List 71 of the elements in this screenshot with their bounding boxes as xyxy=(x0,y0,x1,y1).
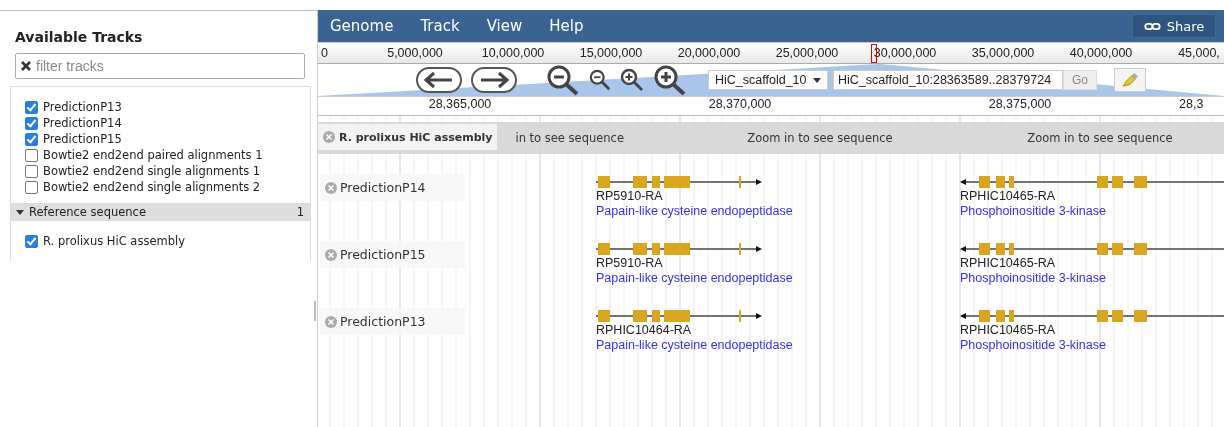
category-header[interactable]: Reference sequence 1 xyxy=(11,203,310,221)
checkbox[interactable] xyxy=(25,164,38,178)
scale-label: 20,000,000 xyxy=(677,46,741,60)
track-label[interactable]: Bowtie2 end2end paired alignments 1 xyxy=(43,148,263,162)
checkbox[interactable] xyxy=(25,100,38,114)
caret-icon[interactable] xyxy=(16,208,24,216)
zoom-out-icon[interactable] xyxy=(589,69,611,91)
gene-description: Papain-like cysteine endopeptidase xyxy=(596,271,793,286)
scale-label: 35,000,000 xyxy=(971,46,1035,60)
gene-description: Papain-like cysteine endopeptidase xyxy=(596,204,793,219)
scale-label: 28,375,000 xyxy=(987,97,1053,113)
track-label[interactable]: PredictionP14 xyxy=(43,116,122,130)
filter-field[interactable]: filter tracks xyxy=(15,53,305,79)
zoom-in-icon[interactable] xyxy=(620,68,644,92)
track-label[interactable]: Bowtie2 end2end single alignments 2 xyxy=(43,180,261,194)
menu-item[interactable]: View xyxy=(486,17,523,35)
track-label[interactable]: PredictionP13 xyxy=(320,308,465,335)
scale-label: 28,370,000 xyxy=(707,97,773,113)
checkbox[interactable] xyxy=(25,234,38,248)
checkbox[interactable] xyxy=(25,116,38,130)
gene-name: RPHIC10465-RA xyxy=(960,189,1057,204)
sequence-message: Zoom in to see sequence xyxy=(1027,131,1173,145)
track-label[interactable]: R. prolixus HiC assembly xyxy=(43,234,185,248)
scale-label: 28,365,000 xyxy=(427,97,493,113)
gene-drawing[interactable] xyxy=(960,242,1224,256)
category-count: 1 xyxy=(296,205,304,219)
scale-label: 0 xyxy=(321,46,328,60)
zoom-in-icon[interactable] xyxy=(653,64,687,96)
splitter-handle[interactable] xyxy=(314,301,316,321)
gene-name: RPHIC10465-RA xyxy=(960,256,1057,271)
track-label[interactable]: PredictionP14 xyxy=(320,174,465,201)
gene-name: RP5910-RA xyxy=(596,256,664,271)
scale-label: 10,000,000 xyxy=(481,46,545,60)
checkbox[interactable] xyxy=(25,180,38,194)
scale-label: 28,3 xyxy=(1178,97,1205,113)
scale-label: 5,000,000 xyxy=(387,46,443,60)
scale-label: 15,000,000 xyxy=(579,46,643,60)
track-label[interactable]: PredictionP15 xyxy=(43,132,122,146)
track-label[interactable]: PredictionP13 xyxy=(43,100,122,114)
clear-icon[interactable] xyxy=(20,60,32,72)
gene-name: RP5910-RA xyxy=(596,189,664,204)
link-icon xyxy=(1143,21,1161,31)
scale-label: 25,000,000 xyxy=(775,46,839,60)
location-field[interactable]: HiC_scaffold_10:28363589..28379724 xyxy=(833,70,1063,90)
scale-label: 45,000, xyxy=(1178,46,1220,60)
category-title: Reference sequence xyxy=(29,205,147,219)
gene-drawing[interactable] xyxy=(960,309,1224,323)
gene-description: Phosphoinositide 3-kinase xyxy=(960,204,1107,219)
sequence-message: Zoom in to see sequence xyxy=(747,131,893,145)
gene-description: Papain-like cysteine endopeptidase xyxy=(596,338,793,353)
sequence-message: in to see sequence xyxy=(515,131,624,145)
track-label[interactable]: R. prolixus HiC assembly xyxy=(318,124,497,150)
gene-description: Phosphoinositide 3-kinase xyxy=(960,338,1107,353)
menu-item[interactable]: Track xyxy=(420,17,460,35)
caret-icon xyxy=(813,77,821,83)
gene-drawing[interactable] xyxy=(960,175,1224,189)
reference-dropdown[interactable]: HiC_scaffold_10 xyxy=(708,70,828,90)
gene-name: RPHIC10465-RA xyxy=(960,323,1057,338)
gene-name: RPHIC10464-RA xyxy=(596,323,693,338)
panel-title: Available Tracks xyxy=(14,29,144,45)
menu-item[interactable]: Help xyxy=(549,17,584,35)
scale-label: 40,000,000 xyxy=(1069,46,1133,60)
track-label[interactable]: Bowtie2 end2end single alignments 1 xyxy=(43,164,261,178)
highlighter-icon xyxy=(1121,72,1139,88)
share-button[interactable]: Share xyxy=(1132,14,1216,38)
checkbox[interactable] xyxy=(25,148,38,162)
gene-description: Phosphoinositide 3-kinase xyxy=(960,271,1107,286)
menu-item[interactable]: Genome xyxy=(330,17,394,35)
track-label[interactable]: PredictionP15 xyxy=(320,241,465,268)
zoom-out-icon[interactable] xyxy=(546,64,580,96)
checkbox[interactable] xyxy=(25,132,38,146)
